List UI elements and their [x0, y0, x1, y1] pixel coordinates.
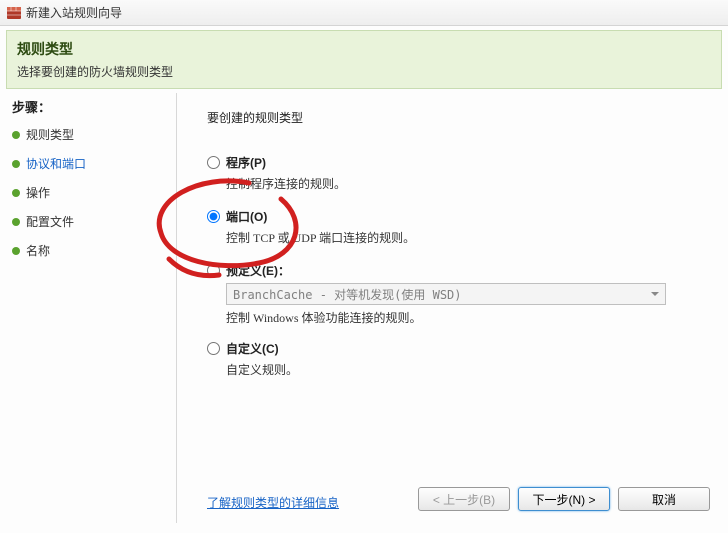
header-panel: 规则类型 选择要创建的防火墙规则类型 — [6, 30, 722, 89]
vertical-divider — [176, 93, 177, 523]
chevron-down-icon — [651, 292, 659, 296]
window-title: 新建入站规则向导 — [26, 4, 122, 21]
predefined-dropdown: BranchCache - 对等机发现(使用 WSD) — [226, 283, 666, 305]
step-action[interactable]: 操作 — [12, 184, 174, 201]
option-port-desc: 控制 TCP 或 UDP 端口连接的规则。 — [226, 229, 706, 246]
header-subtitle: 选择要创建的防火墙规则类型 — [17, 63, 711, 80]
option-custom-label: 自定义(C) — [226, 340, 279, 357]
bullet-icon — [12, 131, 20, 139]
header-title: 规则类型 — [17, 39, 711, 59]
radio-port[interactable] — [207, 210, 220, 223]
option-predefined-desc: 控制 Windows 体验功能连接的规则。 — [226, 309, 706, 326]
dropdown-value: BranchCache - 对等机发现(使用 WSD) — [233, 286, 462, 303]
bullet-icon — [12, 189, 20, 197]
radio-custom[interactable] — [207, 342, 220, 355]
main-content: 要创建的规则类型 程序(P) 控制程序连接的规则。 端口(O) 控制 TCP 或… — [179, 93, 722, 523]
radio-predefined[interactable] — [207, 264, 220, 277]
next-button[interactable]: 下一步(N) > — [518, 487, 610, 511]
option-program[interactable]: 程序(P) — [207, 154, 706, 171]
step-protocol-port[interactable]: 协议和端口 — [12, 155, 174, 172]
step-profile[interactable]: 配置文件 — [12, 213, 174, 230]
steps-heading: 步骤： — [12, 97, 174, 116]
back-button: < 上一步(B) — [418, 487, 510, 511]
option-port[interactable]: 端口(O) — [207, 208, 706, 225]
learn-more-link[interactable]: 了解规则类型的详细信息 — [207, 494, 339, 511]
bullet-icon — [12, 218, 20, 226]
option-port-label: 端口(O) — [226, 208, 267, 225]
wizard-buttons: < 上一步(B) 下一步(N) > 取消 — [418, 487, 710, 511]
cancel-button[interactable]: 取消 — [618, 487, 710, 511]
main-heading: 要创建的规则类型 — [207, 109, 706, 126]
radio-program[interactable] — [207, 156, 220, 169]
firewall-icon — [6, 5, 22, 21]
option-program-label: 程序(P) — [226, 154, 266, 171]
bullet-icon — [12, 247, 20, 255]
step-name[interactable]: 名称 — [12, 242, 174, 259]
option-custom-desc: 自定义规则。 — [226, 361, 706, 378]
steps-sidebar: 步骤： 规则类型 协议和端口 操作 配置文件 名称 — [6, 93, 174, 523]
option-program-desc: 控制程序连接的规则。 — [226, 175, 706, 192]
option-predefined-label: 预定义(E)： — [226, 262, 290, 279]
option-predefined[interactable]: 预定义(E)： — [207, 262, 706, 279]
step-rule-type[interactable]: 规则类型 — [12, 126, 174, 143]
bullet-icon — [12, 160, 20, 168]
option-custom[interactable]: 自定义(C) — [207, 340, 706, 357]
title-bar: 新建入站规则向导 — [0, 0, 728, 26]
